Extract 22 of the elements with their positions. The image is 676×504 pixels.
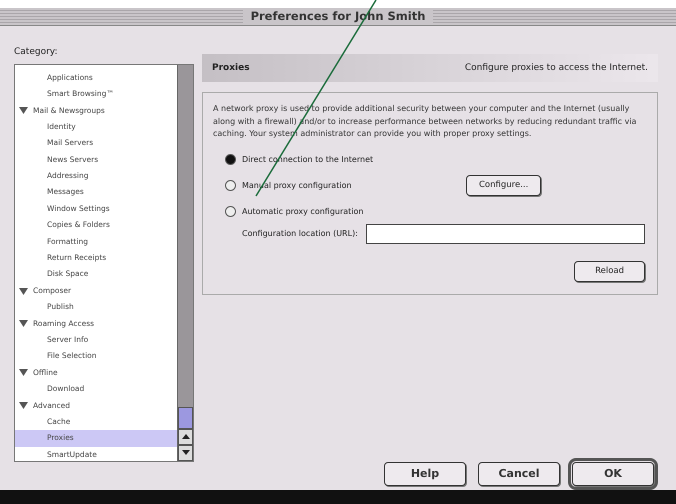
disclosure-triangle-icon[interactable] <box>19 288 28 295</box>
panel-subtitle: Configure proxies to access the Internet. <box>464 62 648 74</box>
disclosure-triangle-icon[interactable] <box>19 107 28 114</box>
dialog-button[interactable]: Cancel <box>478 462 560 486</box>
scrollbar[interactable] <box>177 64 193 461</box>
scroll-thumb[interactable] <box>178 406 193 429</box>
disclosure-triangle-icon[interactable] <box>19 320 28 328</box>
disclosure-triangle-icon[interactable] <box>19 369 28 376</box>
url-field[interactable] <box>366 224 645 244</box>
radio-button[interactable] <box>225 154 236 166</box>
scroll-down-icon[interactable] <box>178 444 193 461</box>
reload-button[interactable]: Reload <box>574 260 645 282</box>
configure-button[interactable]: Configure... <box>466 175 542 196</box>
radio-button[interactable] <box>225 206 236 218</box>
disclosure-triangle-icon[interactable] <box>19 402 28 410</box>
category-label: Category: <box>14 46 58 60</box>
panel-title: Proxies <box>212 62 250 74</box>
dialog-button[interactable]: Help <box>384 462 466 486</box>
radio-button[interactable] <box>225 180 236 192</box>
option-label: Automatic proxy configuration <box>242 206 364 218</box>
scroll-up-icon[interactable] <box>178 428 193 445</box>
url-label: Configuration location (URL): <box>242 228 358 240</box>
